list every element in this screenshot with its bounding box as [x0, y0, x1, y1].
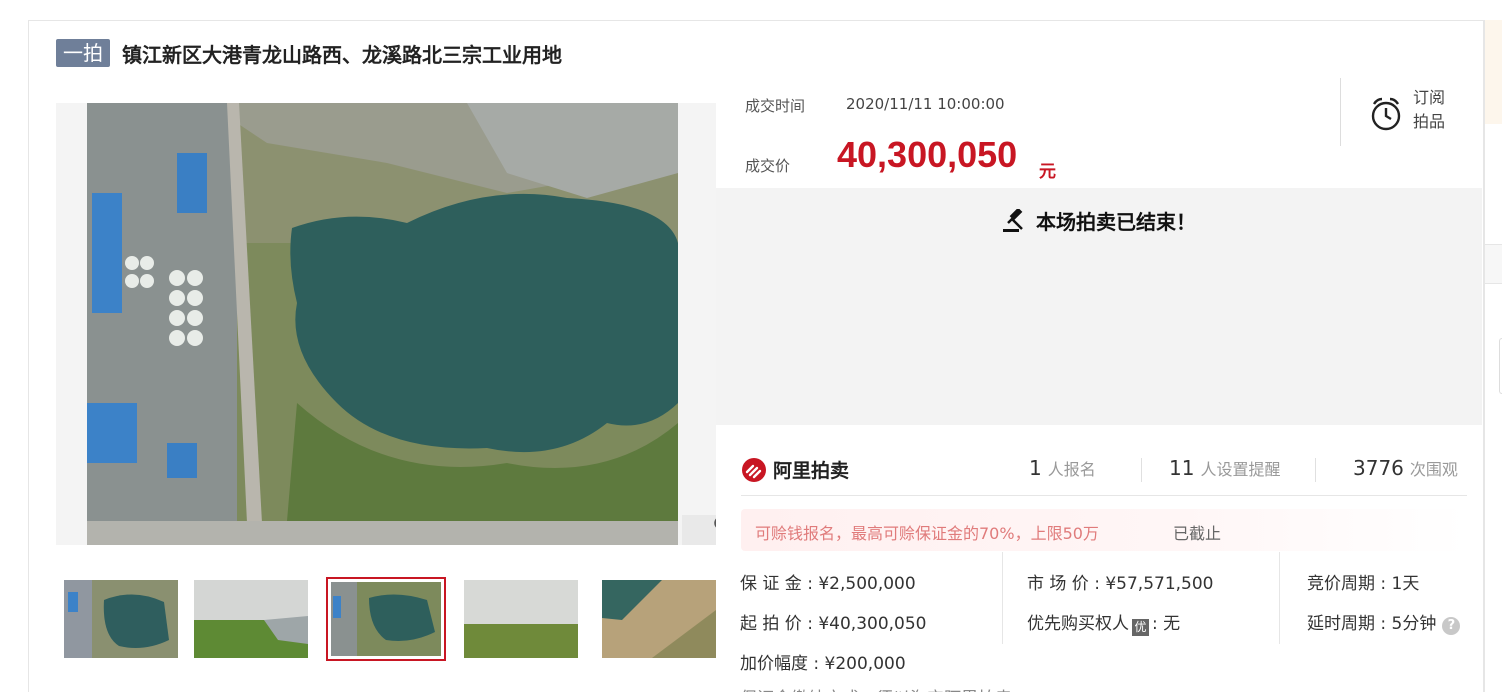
divider [1279, 552, 1280, 644]
bid-increment: 加价幅度 : ¥200,000 [740, 654, 906, 674]
auction-status-panel: 本场拍卖已结束！ [716, 188, 1482, 425]
subscribe-label: 订阅 拍品 [1413, 88, 1446, 131]
help-icon[interactable]: ? [1442, 617, 1461, 635]
auction-round-badge: 一拍 [56, 39, 110, 67]
start-price: 起 拍 价 : ¥40,300,050 [740, 614, 927, 634]
item-title-row: 一拍 镇江新区大港青龙山路西、龙溪路北三宗工业用地 [56, 38, 562, 68]
main-photo[interactable] [56, 103, 716, 545]
sidebar-header-band [1485, 20, 1502, 124]
deal-time-value: 2020/11/11 10:00:00 [846, 95, 1005, 113]
deposit: 保 证 金 : ¥2,500,000 [740, 574, 916, 594]
credit-signup-notice[interactable]: 可赊钱报名，最高可赊保证金的70%，上限50万 已截止 [741, 509, 1467, 551]
priority-buyer: 优先购买权人优: 无 [1027, 614, 1181, 636]
ali-auction-icon [742, 457, 766, 482]
remind-stat: 11 人设置提醒 [1169, 456, 1281, 480]
ali-auction-logo: 阿里拍卖 [741, 456, 849, 483]
priority-badge-icon: 优 [1132, 619, 1149, 636]
deal-time-label: 成交时间 [745, 97, 806, 115]
right-sidebar-edge [1484, 20, 1502, 692]
aerial-lake-photo [87, 103, 678, 545]
divider [1141, 458, 1142, 482]
delay-period: 延时周期 : 5分钟? [1307, 609, 1461, 635]
view-stat: 3776 次围观 [1353, 456, 1458, 480]
subscribe-button[interactable]: 订阅 拍品 [1340, 78, 1482, 146]
signup-stat: 1 人报名 [1029, 456, 1096, 480]
deposit-payment-method: 保证金缴纳方式：须以淘宝阿里拍卖 [740, 684, 1012, 692]
deal-price-value: 40,300,050 [837, 134, 1018, 175]
sidebar-row-band [1485, 244, 1502, 284]
thumbnail-4[interactable] [464, 580, 578, 658]
magnifier-icon [714, 518, 716, 528]
auction-stats: 阿里拍卖 1 人报名 11 人设置提醒 3776 次围观 [741, 440, 1467, 496]
bid-period: 竞价周期 : 1天 [1307, 574, 1420, 594]
zoom-button[interactable] [682, 515, 716, 545]
deal-price-unit: 元 [1039, 162, 1056, 182]
thumbnail-1[interactable] [64, 580, 178, 658]
thumbnail-strip [56, 576, 716, 666]
thumbnail-5[interactable] [602, 580, 716, 658]
deal-price-label: 成交价 [745, 157, 791, 175]
alarm-clock-icon [1371, 97, 1401, 131]
notice-status: 已截止 [1173, 524, 1222, 543]
deal-info: 成交时间 2020/11/11 10:00:00 成交价 40,300,050 … [716, 78, 1482, 188]
item-title: 镇江新区大港青龙山路西、龙溪路北三宗工业用地 [122, 42, 562, 67]
thumbnail-2[interactable] [194, 580, 308, 658]
divider [1315, 458, 1316, 482]
notice-text: 可赊钱报名，最高可赊保证金的70%，上限50万 [755, 524, 1099, 543]
gavel-icon [1003, 208, 1023, 232]
market-price: 市 场 价 : ¥57,571,500 [1027, 574, 1214, 594]
divider [1002, 552, 1003, 644]
auction-ended-message: 本场拍卖已结束！ [716, 206, 1482, 235]
thumbnail-3-selected[interactable] [326, 577, 446, 661]
